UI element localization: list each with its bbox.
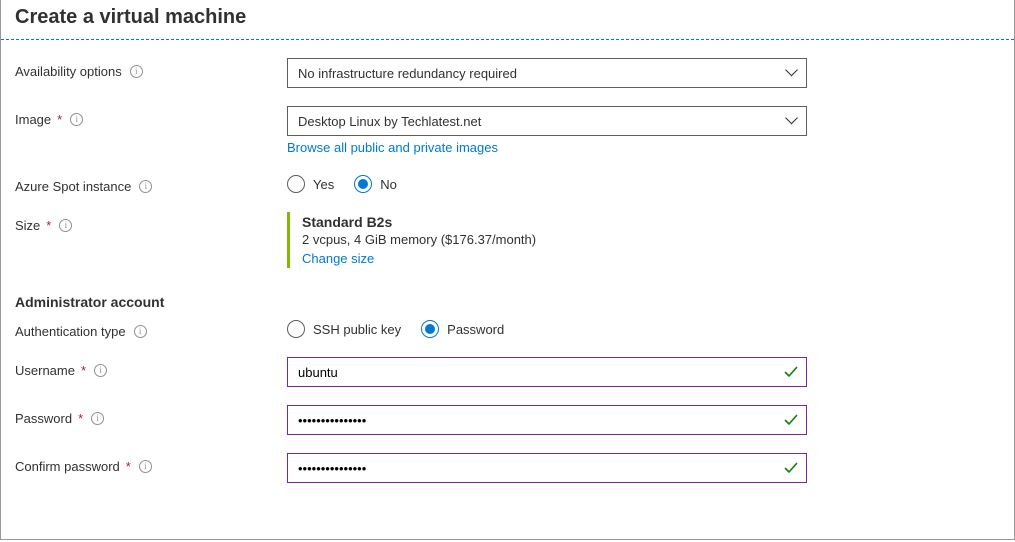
- radio-circle-icon: [287, 320, 305, 338]
- info-icon[interactable]: i: [130, 65, 143, 78]
- radio-circle-icon: [421, 320, 439, 338]
- row-confirm-password: Confirm password * i: [15, 453, 1000, 483]
- info-icon[interactable]: i: [59, 219, 72, 232]
- row-size: Size * i Standard B2s 2 vcpus, 4 GiB mem…: [15, 212, 1000, 268]
- page-title: Create a virtual machine: [1, 0, 1014, 39]
- required-marker: *: [78, 411, 83, 426]
- auth-radio-group: SSH public key Password: [287, 318, 807, 338]
- required-marker: *: [57, 112, 62, 127]
- required-marker: *: [46, 218, 51, 233]
- confirm-password-input[interactable]: [287, 453, 807, 483]
- auth-password-radio[interactable]: Password: [421, 320, 504, 338]
- availability-select[interactable]: No infrastructure redundancy required: [287, 58, 807, 88]
- password-input[interactable]: [287, 405, 807, 435]
- valid-check-icon: [783, 412, 799, 428]
- label-size: Size * i: [15, 212, 287, 233]
- size-detail: 2 vcpus, 4 GiB memory ($176.37/month): [302, 232, 807, 247]
- valid-check-icon: [783, 364, 799, 380]
- row-spot: Azure Spot instance i Yes No: [15, 173, 1000, 194]
- info-icon[interactable]: i: [134, 325, 147, 338]
- info-icon[interactable]: i: [70, 113, 83, 126]
- username-input[interactable]: [287, 357, 807, 387]
- browse-images-link[interactable]: Browse all public and private images: [287, 140, 807, 155]
- label-password: Password * i: [15, 405, 287, 426]
- info-icon[interactable]: i: [91, 412, 104, 425]
- label-auth-type: Authentication type i: [15, 318, 287, 339]
- info-icon[interactable]: i: [139, 460, 152, 473]
- info-icon[interactable]: i: [139, 180, 152, 193]
- size-name: Standard B2s: [302, 214, 807, 230]
- radio-circle-icon: [287, 175, 305, 193]
- image-value: Desktop Linux by Techlatest.net: [298, 114, 481, 129]
- auth-ssh-radio[interactable]: SSH public key: [287, 320, 401, 338]
- valid-check-icon: [783, 460, 799, 476]
- row-auth-type: Authentication type i SSH public key Pas…: [15, 318, 1000, 339]
- row-availability: Availability options i No infrastructure…: [15, 58, 1000, 88]
- label-image: Image * i: [15, 106, 287, 127]
- image-select[interactable]: Desktop Linux by Techlatest.net: [287, 106, 807, 136]
- label-username: Username * i: [15, 357, 287, 378]
- availability-value: No infrastructure redundancy required: [298, 66, 517, 81]
- row-username: Username * i: [15, 357, 1000, 387]
- size-selection-box: Standard B2s 2 vcpus, 4 GiB memory ($176…: [287, 212, 807, 268]
- required-marker: *: [126, 459, 131, 474]
- tab-underline: [1, 39, 1014, 40]
- spot-no-radio[interactable]: No: [354, 175, 397, 193]
- section-admin-account: Administrator account: [15, 294, 1000, 310]
- spot-radio-group: Yes No: [287, 173, 807, 193]
- label-availability: Availability options i: [15, 58, 287, 79]
- spot-yes-radio[interactable]: Yes: [287, 175, 334, 193]
- label-confirm-password: Confirm password * i: [15, 453, 287, 474]
- radio-circle-icon: [354, 175, 372, 193]
- row-password: Password * i: [15, 405, 1000, 435]
- row-image: Image * i Desktop Linux by Techlatest.ne…: [15, 106, 1000, 155]
- change-size-link[interactable]: Change size: [302, 251, 807, 266]
- info-icon[interactable]: i: [94, 364, 107, 377]
- required-marker: *: [81, 363, 86, 378]
- label-spot: Azure Spot instance i: [15, 173, 287, 194]
